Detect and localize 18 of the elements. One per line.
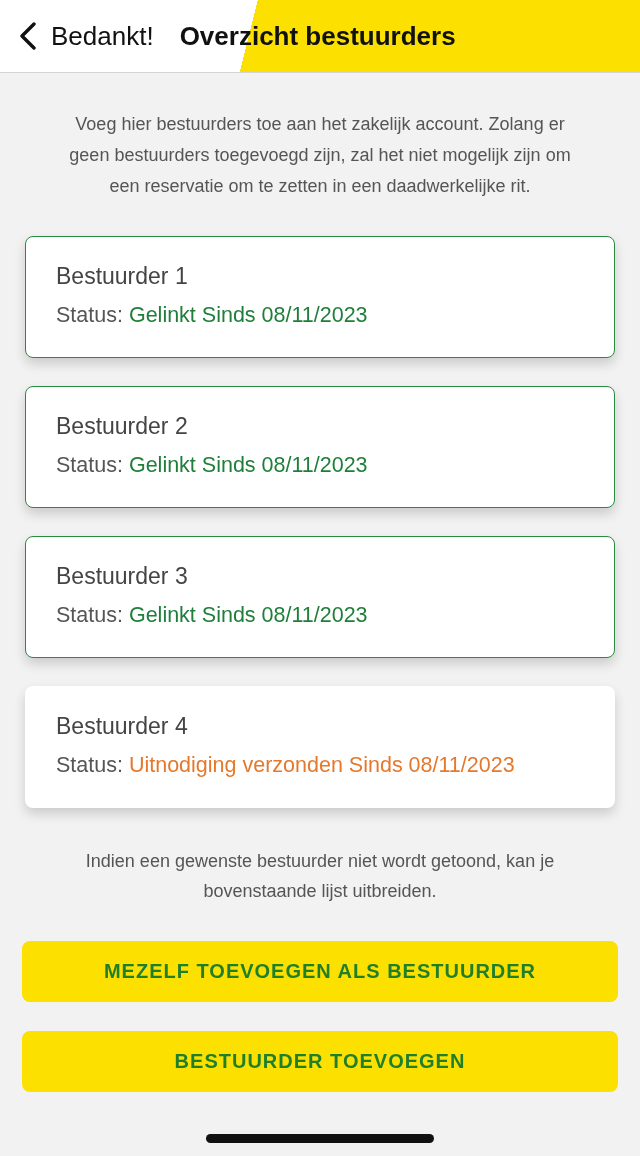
driver-name: Bestuurder 1 (56, 263, 189, 289)
add-driver-button[interactable]: MEZELF TOEVOEGEN ALS BESTUURDER (22, 941, 618, 1002)
driver-status: Status: Gelinkt Sinds 08/11/2023 (56, 453, 369, 477)
driver-status: Status: Gelinkt Sinds 08/11/2023 (56, 603, 369, 627)
intro-text: Voeg hier bestuurders toe aan het zakelijk account. Zolang er geen bestuurders toegevoegd zijn, zal het niet mogelijk zijn om een reservatie om te zetten in een daadwerkelijke rit. (68, 113, 572, 198)
back-button[interactable]: Bedankt! (19, 20, 154, 52)
driver-name: Bestuurder 2 (56, 413, 189, 439)
driver-card[interactable]: Bestuurder 1 Status: Gelinkt Sinds 08/11/2023 (25, 236, 615, 358)
add-driver-button[interactable]: BESTUURDER TOEVOEGEN (22, 1031, 618, 1092)
driver-card[interactable]: Bestuurder 2 Status: Gelinkt Sinds 08/11/2023 (25, 386, 615, 508)
chevron-left-icon (19, 22, 37, 50)
driver-card[interactable]: Bestuurder 4 Status: Uitnodiging verzonden Sinds 08/11/2023 (25, 686, 615, 808)
driver-status: Status: Uitnodiging verzonden Sinds 08/11/2023 (56, 753, 516, 777)
driver-status: Status: Gelinkt Sinds 08/11/2023 (56, 303, 369, 327)
footer-note: Indien een gewenste bestuurder niet wordt getoond, kan je bovenstaande lijst uitbreiden. (84, 850, 556, 903)
driver-name: Bestuurder 3 (56, 563, 189, 589)
driver-name: Bestuurder 4 (56, 713, 189, 739)
driver-card[interactable]: Bestuurder 3 Status: Gelinkt Sinds 08/11/2023 (25, 536, 615, 658)
